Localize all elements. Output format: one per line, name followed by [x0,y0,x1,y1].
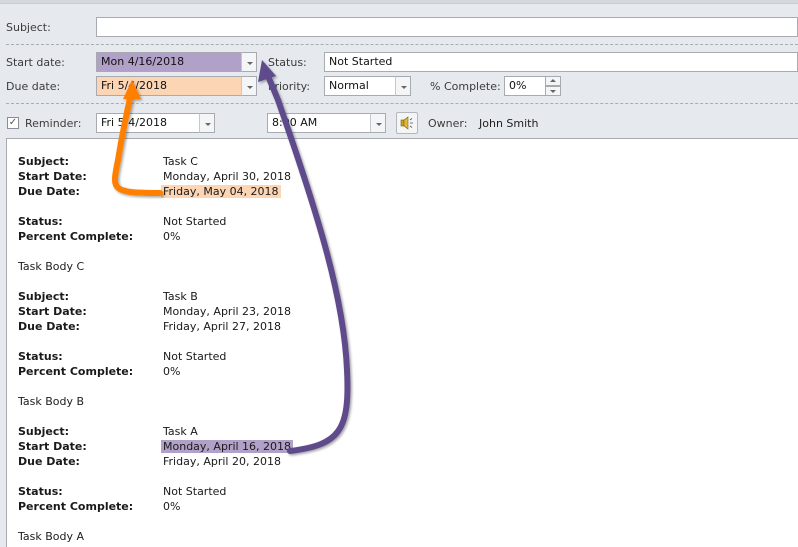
start-date-combo[interactable]: Mon 4/16/2018 [96,52,258,72]
priority-label: Priority: [268,80,311,93]
owner-value: John Smith [479,117,539,130]
subject-value: Task B [163,290,198,303]
status-label: Status: [268,56,307,69]
start-date-value: Monday, April 30, 2018 [163,170,292,183]
reminder-time-dropdown-icon[interactable] [370,113,386,133]
reminder-date-dropdown-icon[interactable] [199,113,215,133]
status-key: Status: [18,215,63,228]
priority-dropdown-icon[interactable] [395,76,411,96]
reminder-time-combo[interactable]: 8:00 AM [267,113,387,133]
start-date-value-highlighted: Monday, April 16, 2018 [161,440,294,453]
window-top-strip [0,0,798,4]
reminder-time-input[interactable]: 8:00 AM [267,113,371,133]
speaker-icon [400,116,413,130]
percent-complete-input[interactable]: 0% [504,76,546,96]
subject-key: Subject: [18,290,70,303]
subject-label: Subject: [6,21,51,34]
subject-value: Task A [163,425,198,438]
divider [6,44,798,45]
status-value: Not Started [163,350,227,363]
due-date-key: Due Date: [18,455,80,468]
percent-complete-label: % Complete: [430,80,501,93]
due-date-value: Friday, April 20, 2018 [163,455,281,468]
percent-complete-key: Percent Complete: [18,500,134,513]
priority-select[interactable]: Normal [324,76,396,96]
due-date-key: Due Date: [18,185,80,198]
spin-up-icon[interactable] [545,76,561,86]
start-date-key: Start Date: [18,440,87,453]
spin-down-icon[interactable] [545,86,561,96]
due-date-key: Due Date: [18,320,80,333]
reminder-date-input[interactable]: Fri 5/4/2018 [96,113,200,133]
task-body-text: Task Body A [18,530,85,543]
due-date-label: Due date: [6,80,61,93]
percent-complete-value: 0% [163,230,181,243]
divider [6,103,798,104]
due-date-value-highlighted: Friday, May 04, 2018 [161,185,281,198]
status-key: Status: [18,350,63,363]
percent-complete-spinner[interactable] [545,76,561,96]
task-body-text: Task Body C [18,260,85,273]
percent-complete-key: Percent Complete: [18,365,134,378]
status-value: Not Started [163,215,227,228]
start-date-label: Start date: [6,56,65,69]
priority-combo[interactable]: Normal [324,76,412,96]
percent-complete-value: 0% [163,500,181,513]
subject-value: Task C [163,155,198,168]
percent-complete-key: Percent Complete: [18,230,134,243]
reminder-checkbox[interactable]: ✓ [7,117,19,129]
owner-label: Owner: [428,117,468,130]
task-body-pane[interactable]: Subject: Task C Start Date: Monday, April … [6,138,798,547]
subject-key: Subject: [18,425,70,438]
due-date-input[interactable]: Fri 5/4/2018 [96,76,242,96]
reminder-label: Reminder: [25,117,82,130]
status-key: Status: [18,485,63,498]
subject-key: Subject: [18,155,70,168]
status-value: Not Started [163,485,227,498]
start-date-input[interactable]: Mon 4/16/2018 [96,52,242,72]
start-date-value: Monday, April 23, 2018 [163,305,292,318]
status-select[interactable]: Not Started [324,52,798,72]
subject-input[interactable] [96,17,798,37]
reminder-date-combo[interactable]: Fri 5/4/2018 [96,113,216,133]
due-date-value: Friday, April 27, 2018 [163,320,281,333]
due-date-combo[interactable]: Fri 5/4/2018 [96,76,258,96]
start-date-key: Start Date: [18,305,87,318]
percent-complete-value: 0% [163,365,181,378]
start-date-dropdown-icon[interactable] [241,52,257,72]
reminder-sound-button[interactable] [396,112,418,134]
task-body-text: Task Body B [18,395,85,408]
due-date-dropdown-icon[interactable] [241,76,257,96]
start-date-key: Start Date: [18,170,87,183]
